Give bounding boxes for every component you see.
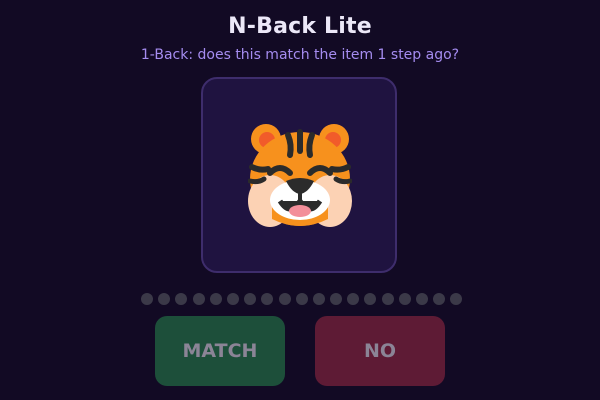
instruction-prompt: 1-Back: does this match the item 1 step … — [140, 47, 460, 63]
tiger-face-icon — [248, 124, 352, 227]
game-title: N-Back Lite — [228, 14, 372, 39]
match-button[interactable]: MATCH — [155, 316, 285, 386]
progress-dot — [398, 293, 411, 305]
progress-dot — [450, 293, 463, 305]
progress-dot — [295, 293, 308, 305]
progress-dot — [175, 293, 188, 305]
progress-dot — [158, 293, 171, 305]
progress-dot — [381, 293, 394, 305]
progress-dot — [433, 293, 446, 305]
progress-dot — [261, 293, 274, 305]
progress-dot — [330, 293, 343, 305]
progress-dot — [141, 293, 153, 305]
progress-dot — [278, 293, 291, 305]
progress-dots — [141, 293, 463, 305]
progress-dot — [192, 293, 205, 305]
progress-dot — [244, 293, 257, 305]
progress-dot — [226, 293, 239, 305]
progress-dot — [364, 293, 377, 305]
progress-dot — [416, 293, 428, 305]
progress-dot — [209, 293, 222, 305]
stimulus-card — [201, 77, 397, 273]
progress-dot — [312, 293, 325, 305]
progress-dot — [347, 293, 360, 305]
no-button[interactable]: NO — [315, 316, 445, 386]
